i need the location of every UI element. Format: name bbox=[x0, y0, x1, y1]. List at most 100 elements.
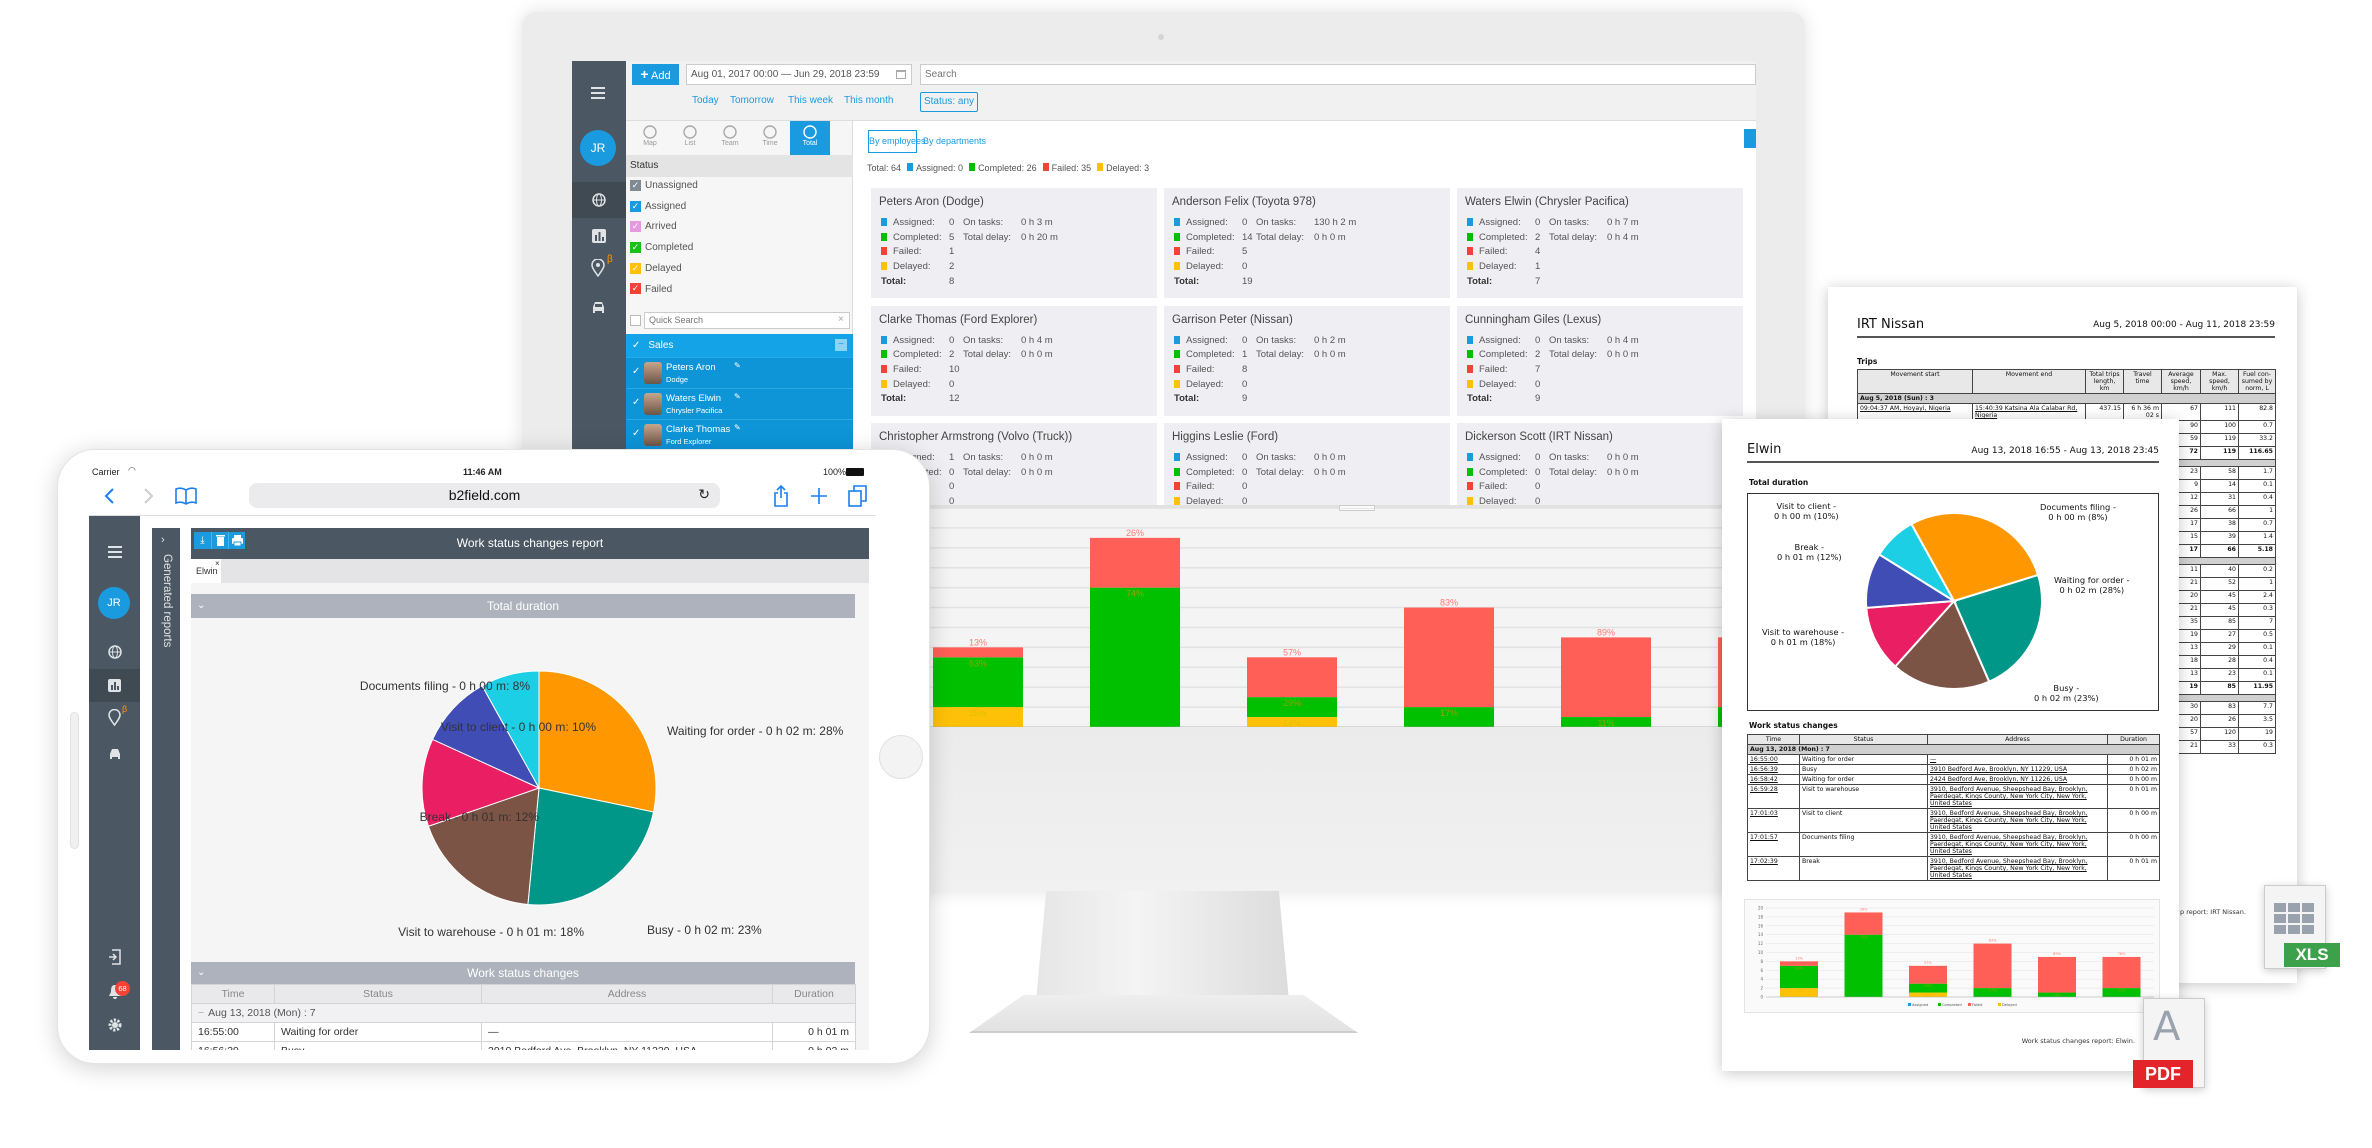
reload-icon[interactable]: ↻ bbox=[698, 486, 710, 503]
legend-label[interactable]: Assigned bbox=[1912, 1003, 1928, 1007]
employee-item[interactable]: ✓ Waters Elwin ✎ Chrysler Pacifica bbox=[626, 388, 853, 419]
menu-icon[interactable] bbox=[108, 546, 122, 558]
checkbox[interactable]: ✓ bbox=[630, 179, 641, 191]
globe-icon[interactable] bbox=[108, 645, 122, 659]
column-header[interactable]: Travel time bbox=[2123, 369, 2162, 394]
status-filter-failed[interactable]: ✓ Failed bbox=[630, 283, 672, 299]
url-bar[interactable]: b2field.com ↻ bbox=[249, 483, 720, 508]
bar-failed[interactable] bbox=[933, 647, 1023, 658]
checkbox[interactable]: ✓ bbox=[630, 200, 641, 212]
bar-completed[interactable] bbox=[1090, 587, 1180, 727]
column-header[interactable]: Fuel con-sumed by norm, L bbox=[2238, 369, 2276, 394]
quick-search-input[interactable] bbox=[644, 312, 850, 329]
column-header[interactable]: Status bbox=[1799, 734, 1928, 745]
column-header[interactable]: Movement start bbox=[1857, 369, 1973, 394]
date-range-field[interactable]: Aug 01, 2017 00:00 — Jun 29, 2018 23:59 bbox=[686, 64, 912, 85]
sidebar-item-reports[interactable] bbox=[89, 669, 140, 702]
status-filter-delayed[interactable]: ✓ Delayed bbox=[630, 262, 682, 278]
view-tab-map[interactable]: Map bbox=[630, 121, 670, 155]
group-row[interactable]: − Aug 13, 2018 (Mon) : 7 bbox=[191, 1003, 856, 1023]
bar-completed[interactable] bbox=[1844, 934, 1883, 997]
bar-failed[interactable] bbox=[1561, 637, 1651, 718]
cell-address[interactable]: 3910, Bedford Avenue, Sheepshead Bay, Br… bbox=[1927, 784, 2108, 809]
employee-item[interactable]: ✓ Peters Aron ✎ Dodge bbox=[626, 357, 853, 388]
add-button[interactable]: + Add bbox=[632, 64, 679, 85]
quick-today[interactable]: Today bbox=[692, 95, 719, 106]
quick-this-month[interactable]: This month bbox=[844, 95, 893, 106]
employee-card[interactable]: Waters Elwin (Chrysler Pacifica) Assigned… bbox=[1457, 188, 1743, 298]
view-tab-list[interactable]: List bbox=[670, 121, 710, 155]
collapse-group-button[interactable]: − bbox=[835, 339, 847, 351]
tab-by-departments[interactable]: By departments bbox=[923, 130, 986, 153]
column-header[interactable]: Time bbox=[1747, 734, 1800, 745]
bookmarks-icon[interactable] bbox=[175, 487, 197, 505]
avatar[interactable]: JR bbox=[580, 130, 616, 166]
chart-icon[interactable] bbox=[592, 229, 606, 243]
view-tab-team[interactable]: Team bbox=[710, 121, 750, 155]
checkbox[interactable]: ✓ bbox=[630, 283, 641, 295]
bar-failed[interactable] bbox=[1247, 657, 1337, 698]
status-filter-arrived[interactable]: ✓ Arrived bbox=[630, 220, 677, 236]
cell[interactable]: 15:40:39 Katsina Ala Calabar Rd, Nigeria bbox=[1972, 403, 2086, 421]
edit-icon[interactable]: ✎ bbox=[734, 423, 741, 432]
bar-failed[interactable] bbox=[1844, 912, 1883, 935]
column-header[interactable]: Time bbox=[191, 984, 275, 1004]
column-header[interactable]: Average speed, km/h bbox=[2161, 369, 2201, 394]
select-all-checkbox[interactable] bbox=[630, 315, 641, 326]
work-status-header[interactable]: ⌄ Work status changes bbox=[191, 962, 855, 984]
checkbox[interactable]: ✓ bbox=[630, 262, 641, 274]
tab-elwin[interactable]: Elwin × bbox=[191, 559, 221, 583]
checkbox[interactable]: ✓ bbox=[630, 241, 641, 253]
bar-failed[interactable] bbox=[1090, 537, 1180, 588]
location-icon[interactable] bbox=[108, 709, 121, 726]
generated-reports-panel-toggle[interactable]: › Generated reports bbox=[152, 528, 180, 1050]
calendar-icon[interactable] bbox=[896, 70, 906, 79]
close-tab-icon[interactable]: × bbox=[215, 552, 220, 576]
checkbox[interactable]: ✓ bbox=[630, 221, 641, 233]
employee-card[interactable]: Anderson Felix (Toyota 978) Assigned: 0 On … bbox=[1164, 188, 1450, 298]
edit-icon[interactable]: ✎ bbox=[734, 361, 741, 370]
column-header[interactable]: Status bbox=[274, 984, 482, 1004]
settings-gear-icon[interactable] bbox=[108, 1018, 122, 1032]
cell-address[interactable]: — bbox=[1927, 754, 2108, 765]
clear-icon[interactable]: × bbox=[838, 314, 844, 325]
new-tab-icon[interactable] bbox=[811, 488, 827, 504]
location-icon[interactable] bbox=[591, 259, 605, 277]
edit-icon[interactable]: ✎ bbox=[734, 392, 741, 401]
avatar[interactable]: JR bbox=[98, 587, 130, 619]
cell-address[interactable]: 3910, Bedford Avenue, Sheepshead Bay, Br… bbox=[1927, 808, 2108, 833]
legend-label[interactable]: Delayed bbox=[2002, 1003, 2017, 1007]
legend-label[interactable]: Completed bbox=[1942, 1003, 1962, 1007]
status-filter-unassigned[interactable]: ✓ Unassigned bbox=[630, 179, 698, 195]
pie-slice-waiting-for-order[interactable] bbox=[538, 670, 657, 813]
cell-address[interactable]: 3910, Bedford Avenue, Sheepshead Bay, Br… bbox=[1927, 856, 2108, 881]
tab-by-employees[interactable]: By employees bbox=[868, 130, 926, 153]
employee-card[interactable]: Cunningham Giles (Lexus) Assigned: 0 On tas… bbox=[1457, 305, 1743, 416]
view-tab-time[interactable]: Time bbox=[750, 121, 790, 155]
status-filter-assigned[interactable]: ✓ Assigned bbox=[630, 200, 686, 216]
column-header[interactable]: Max. speed, km/h bbox=[2200, 369, 2239, 394]
bar-failed[interactable] bbox=[1909, 965, 1947, 984]
forward-icon[interactable] bbox=[142, 488, 154, 504]
car-icon[interactable] bbox=[108, 748, 122, 760]
employee-card[interactable]: Dickerson Scott (IRT Nissan) Assigned: 0 On… bbox=[1457, 423, 1743, 505]
employee-card[interactable]: Peters Aron (Dodge) Assigned: 0 On tasks: 0 … bbox=[871, 188, 1157, 298]
status-filter[interactable]: Status: any bbox=[920, 92, 978, 112]
employee-card[interactable]: Higgins Leslie (Ford) Assigned: 0 On tasks:… bbox=[1164, 423, 1450, 505]
column-header[interactable]: Duration bbox=[2107, 734, 2160, 745]
collapse-icon[interactable]: − bbox=[198, 1007, 204, 1019]
column-header[interactable]: Duration bbox=[772, 984, 856, 1004]
search-input[interactable] bbox=[920, 64, 1756, 85]
employee-card[interactable]: Clarke Thomas (Ford Explorer) Assigned: 0 O… bbox=[871, 305, 1157, 416]
menu-icon[interactable] bbox=[591, 87, 605, 99]
cell-address[interactable]: 2424 Bedford Ave, Brooklyn, NY 11226, US… bbox=[1927, 774, 2108, 785]
quick-tomorrow[interactable]: Tomorrow bbox=[730, 95, 774, 106]
car-icon[interactable] bbox=[591, 301, 606, 314]
logout-icon[interactable] bbox=[108, 949, 121, 965]
home-button[interactable] bbox=[879, 735, 923, 779]
xls-export-icon[interactable]: XLS bbox=[2254, 885, 2342, 983]
bar-failed[interactable] bbox=[2038, 956, 2076, 993]
bar-failed[interactable] bbox=[1780, 961, 1818, 966]
group-sales[interactable]: ✓ Sales − bbox=[626, 334, 853, 357]
employee-item[interactable]: ✓ Clarke Thomas ✎ Ford Explorer bbox=[626, 419, 853, 450]
